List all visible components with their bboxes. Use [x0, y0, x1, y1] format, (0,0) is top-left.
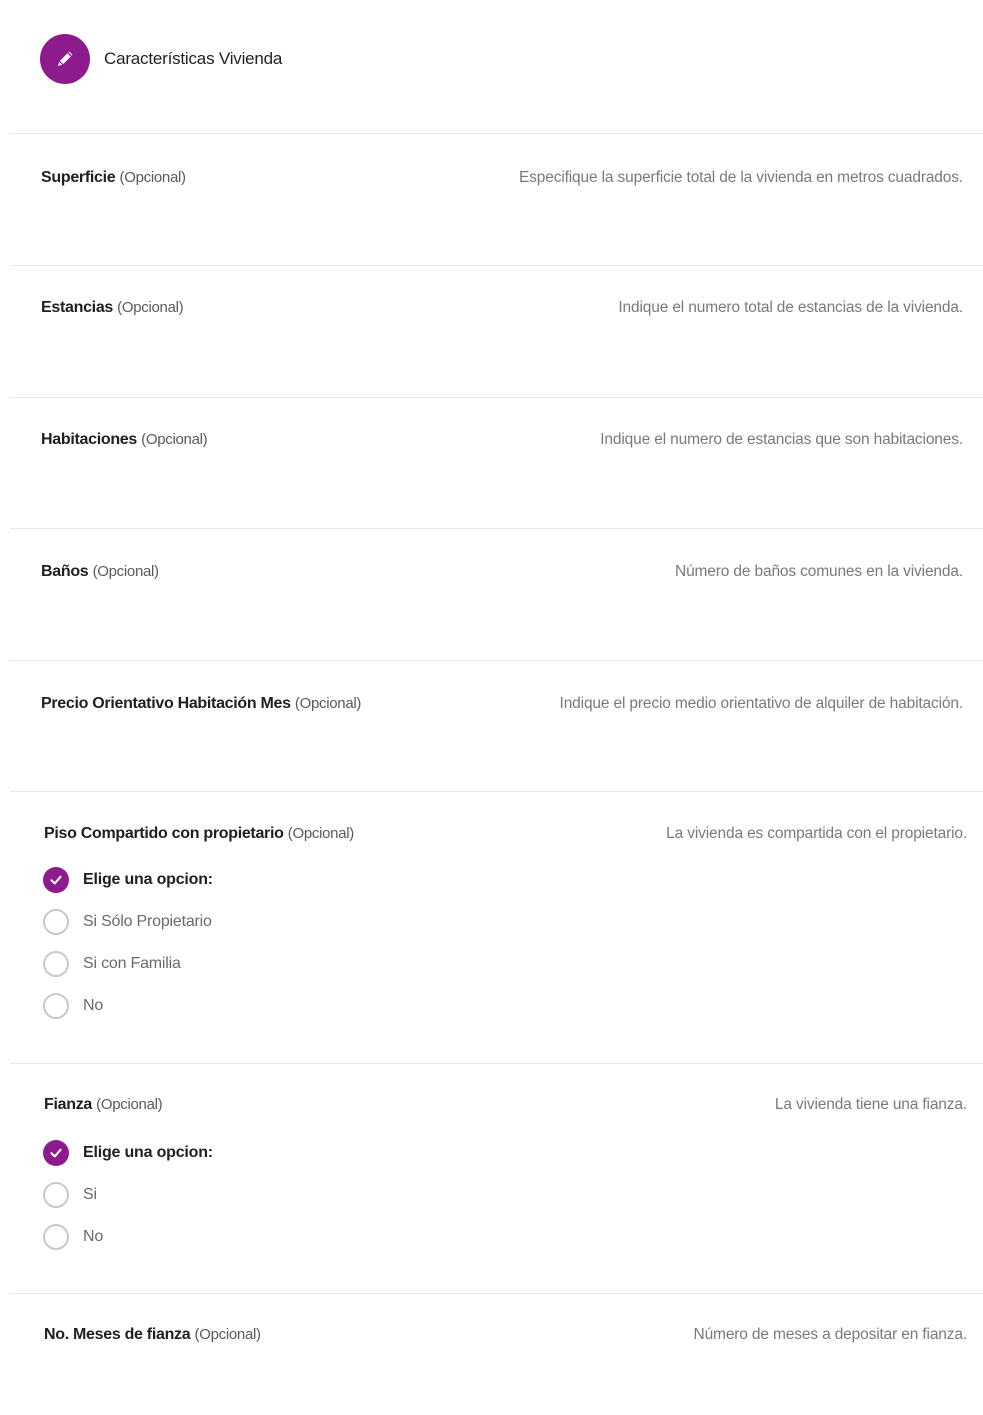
field-help: Indique el numero total de estancias de …	[618, 299, 963, 316]
divider	[10, 1293, 983, 1294]
radio-circle[interactable]	[43, 993, 69, 1019]
form-page: Características Vivienda Superficie (Opc…	[0, 0, 983, 1415]
field-label: No. Meses de fianza (Opcional)	[44, 1326, 261, 1344]
field-help: Indique el precio medio orientativo de a…	[559, 695, 964, 712]
field-superficie: Superficie (Opcional) Especifique la sup…	[10, 169, 983, 186]
field-label: Precio Orientativo Habitación Mes (Opcio…	[41, 695, 361, 713]
field-help: Especifique la superficie total de la vi…	[518, 169, 963, 186]
field-label: Piso Compartido con propietario (Opciona…	[44, 825, 354, 843]
optional-tag: (Opcional)	[119, 169, 187, 186]
field-estancias: Estancias (Opcional) Indique el numero t…	[10, 299, 983, 316]
section-header: Características Vivienda	[10, 6, 983, 134]
field-label-text: Fianza	[44, 1096, 92, 1113]
divider	[10, 791, 983, 792]
field-piso-compartido: Piso Compartido con propietario (Opciona…	[10, 825, 983, 842]
field-banos: Baños (Opcional) Número de baños comunes…	[10, 563, 983, 580]
field-help: Número de meses a depositar en fianza.	[693, 1326, 968, 1343]
field-label: Superficie (Opcional)	[41, 169, 186, 187]
field-fianza: Fianza (Opcional) La vivienda tiene una …	[10, 1096, 983, 1113]
field-label-text: Piso Compartido con propietario	[44, 825, 284, 842]
radio-option-si-solo-propietario[interactable]: Si Sólo Propietario	[43, 908, 212, 936]
edit-avatar[interactable]	[40, 34, 90, 84]
divider	[10, 528, 983, 529]
field-help: La vivienda es compartida con el propiet…	[666, 825, 967, 842]
radio-option-si-con-familia[interactable]: Si con Familia	[43, 950, 181, 978]
field-label-text: Baños	[41, 563, 89, 580]
radio-option-placeholder[interactable]: Elige una opcion:	[43, 1139, 213, 1167]
divider	[10, 265, 983, 266]
option-label: Si con Familia	[83, 955, 181, 972]
radio-option-si[interactable]: Si	[43, 1181, 97, 1209]
option-label: No	[83, 1228, 104, 1245]
field-label: Baños (Opcional)	[41, 563, 159, 581]
optional-tag: (Opcional)	[194, 1326, 262, 1343]
pencil-icon	[58, 51, 73, 66]
option-label: Elige una opcion:	[83, 871, 213, 888]
field-help: Indique el numero de estancias que son h…	[600, 431, 963, 448]
option-label: Si Sólo Propietario	[83, 913, 212, 930]
field-help: Número de baños comunes en la vivienda.	[675, 563, 963, 580]
divider	[10, 1063, 983, 1064]
field-label: Habitaciones (Opcional)	[41, 431, 208, 449]
divider	[10, 397, 983, 398]
optional-tag: (Opcional)	[96, 1096, 163, 1113]
check-icon	[50, 1148, 62, 1158]
field-label-text: Estancias	[41, 299, 114, 316]
field-label-text: Habitaciones	[41, 431, 137, 448]
field-meses-fianza: No. Meses de fianza (Opcional) Número de…	[10, 1326, 983, 1343]
field-label: Fianza (Opcional)	[44, 1096, 163, 1114]
option-label: Si	[83, 1186, 97, 1203]
field-precio-habitacion: Precio Orientativo Habitación Mes (Opcio…	[10, 695, 983, 712]
section-title: Características Vivienda	[104, 49, 283, 68]
field-label-text: No. Meses de fianza	[44, 1326, 191, 1343]
optional-tag: (Opcional)	[117, 299, 184, 316]
radio-circle[interactable]	[43, 1224, 69, 1250]
check-icon	[50, 875, 62, 885]
option-label: Elige una opcion:	[83, 1144, 213, 1161]
radio-circle[interactable]	[43, 1182, 69, 1208]
optional-tag: (Opcional)	[287, 825, 355, 842]
field-label-text: Precio Orientativo Habitación Mes	[41, 695, 291, 712]
divider	[10, 660, 983, 661]
checked-radio[interactable]	[43, 867, 69, 893]
field-habitaciones: Habitaciones (Opcional) Indique el numer…	[10, 431, 983, 448]
divider	[10, 133, 983, 134]
checked-radio[interactable]	[43, 1140, 69, 1166]
optional-tag: (Opcional)	[92, 563, 160, 580]
radio-option-placeholder[interactable]: Elige una opcion:	[43, 866, 213, 894]
optional-tag: (Opcional)	[294, 695, 362, 712]
field-label: Estancias (Opcional)	[41, 299, 184, 317]
radio-option-no[interactable]: No	[43, 1223, 103, 1251]
option-label: No	[83, 997, 104, 1014]
field-label-text: Superficie	[41, 169, 116, 186]
optional-tag: (Opcional)	[141, 431, 208, 448]
radio-circle[interactable]	[43, 909, 69, 935]
radio-option-no[interactable]: No	[43, 992, 103, 1020]
radio-circle[interactable]	[43, 951, 69, 977]
field-help: La vivienda tiene una fianza.	[774, 1096, 967, 1113]
